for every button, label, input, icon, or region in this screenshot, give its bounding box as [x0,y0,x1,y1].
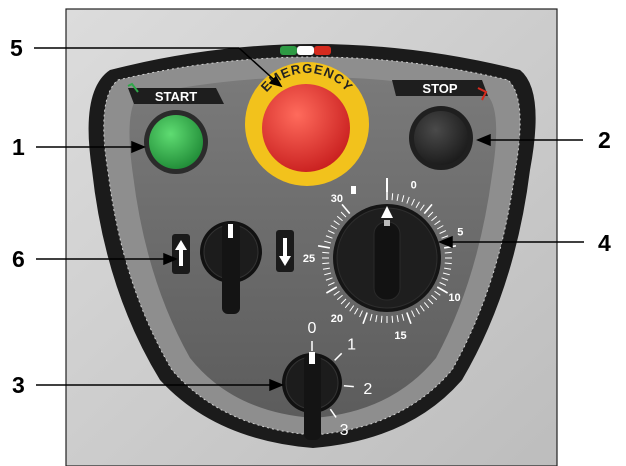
stop-label: STOP [422,81,457,96]
callout-4: 4 [598,230,611,256]
dial-tick [322,251,330,254]
start-label: START [155,89,197,104]
callout-1: 1 [12,134,25,160]
dial-label: 25 [303,253,315,265]
dial-tick [322,262,330,265]
timer-dial-knob[interactable] [333,204,441,312]
stop-button[interactable] [409,106,473,170]
flag-stripe [314,46,331,55]
dial-label: 20 [331,313,343,325]
italian-flag [280,46,331,55]
dial-label: 30 [331,193,343,205]
speed-tick [343,385,354,388]
callout-5: 5 [10,35,23,61]
emergency-stop-button[interactable]: EMERGENCY [245,61,369,186]
dial-label: 0 [411,180,417,192]
arrow-down-icon [276,230,294,272]
dial-tick [444,262,452,265]
callout-6: 6 [12,246,25,272]
speed-label: 1 [347,336,356,353]
dial-tick [391,315,394,323]
flag-stripe [297,46,314,55]
dial-tick [380,315,383,323]
dial-label: 10 [448,292,460,304]
speed-label: 2 [363,381,372,398]
start-button[interactable] [144,110,208,174]
dial-label: 5 [457,226,463,238]
dial-tick [444,251,452,254]
flag-stripe [280,46,297,55]
control-panel-diagram: START STOP EMERGENCY [34,8,584,466]
callout-3: 3 [12,372,25,398]
callout-2: 2 [598,127,611,153]
arrow-up-icon [172,234,190,274]
dial-label: 15 [394,330,406,342]
dial-tick [391,193,394,201]
speed-label: 3 [340,422,349,439]
speed-label: 0 [308,320,317,337]
